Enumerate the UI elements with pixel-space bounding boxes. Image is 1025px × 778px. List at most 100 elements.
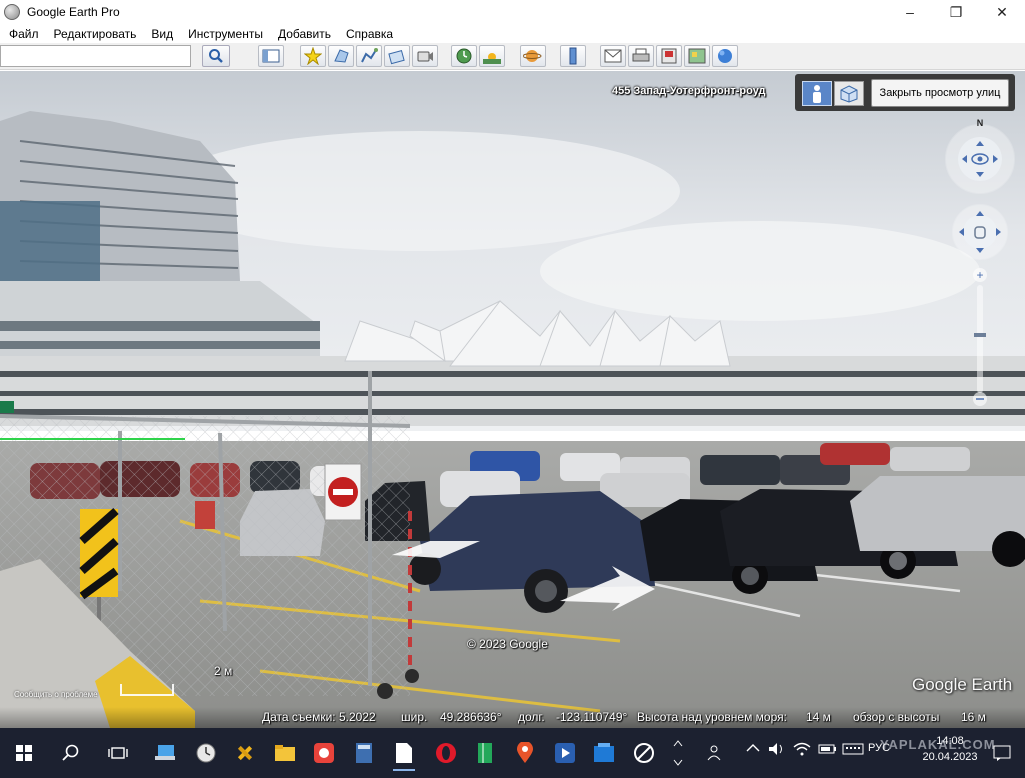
toolbar [0, 43, 1025, 70]
taskbar-search-button[interactable] [52, 734, 90, 772]
elevation-value: 14 м [806, 710, 831, 724]
wifi-icon[interactable] [793, 742, 811, 759]
historical-imagery-button[interactable] [451, 45, 477, 67]
sidebar-icon [262, 49, 280, 63]
photo-mode-button[interactable] [834, 81, 864, 106]
battery-icon[interactable] [818, 742, 838, 759]
record-tour-button[interactable] [412, 45, 438, 67]
task-view-button[interactable] [99, 734, 137, 772]
email-button[interactable] [600, 45, 626, 67]
copyright-label: © 2023 Google [467, 637, 548, 651]
street-view-scene [0, 71, 1025, 728]
ruler-icon [569, 47, 577, 65]
ruler-button[interactable] [560, 45, 586, 67]
sunlight-button[interactable] [479, 45, 505, 67]
menu-tools[interactable]: Инструменты [179, 27, 269, 41]
maximize-button[interactable]: ❐ [933, 0, 979, 24]
capture-date: Дата съемки: 5.2022 [262, 710, 376, 724]
add-polygon-button[interactable] [328, 45, 354, 67]
taskbar-app-tools[interactable] [226, 734, 264, 772]
street-view-mode-button[interactable] [802, 81, 832, 106]
street-view-viewer[interactable]: 455 Запад-Уотерфронт-роуд Закрыть просмо… [0, 71, 1025, 728]
taskbar-scroll-buttons[interactable] [667, 734, 689, 772]
taskbar-app-opera[interactable] [427, 734, 465, 772]
longitude-value: -123.110749° [556, 710, 628, 724]
taskbar-app-maps[interactable] [506, 734, 544, 772]
taskbar-app-green-book[interactable] [466, 734, 504, 772]
menu-file[interactable]: Файл [0, 27, 45, 41]
taskbar-app-player[interactable] [546, 734, 584, 772]
keyboard-icon[interactable] [842, 742, 864, 759]
print-button[interactable] [628, 45, 654, 67]
status-bar: Дата съемки: 5.2022 шир. 49.286636° долг… [0, 707, 1025, 728]
blue-app-icon [594, 743, 614, 762]
menu-add[interactable]: Добавить [269, 27, 337, 41]
close-street-view-button[interactable]: Закрыть просмотр улиц [871, 79, 1009, 107]
planets-button[interactable] [520, 45, 546, 67]
latitude-label: шир. [401, 710, 428, 724]
menu-edit[interactable]: Редактировать [45, 27, 143, 41]
taskbar-app-explorer[interactable] [266, 734, 304, 772]
zoom-thumb[interactable] [974, 333, 986, 337]
email-icon [604, 49, 622, 63]
compass-control[interactable]: N [942, 118, 1018, 195]
tray-chevron-up-icon[interactable] [746, 742, 760, 756]
add-placemark-button[interactable] [300, 45, 326, 67]
zoom-slider[interactable]: + [968, 267, 992, 409]
taskbar-app-camera[interactable] [305, 734, 343, 772]
taskbar-app-document[interactable] [385, 734, 423, 772]
sidebar-toggle-button[interactable] [258, 45, 284, 67]
document-icon [396, 743, 412, 763]
minimize-button[interactable]: – [887, 0, 933, 24]
folder-icon [275, 745, 295, 761]
start-button[interactable] [5, 734, 43, 772]
close-button[interactable]: ✕ [979, 0, 1025, 24]
taskbar-app-computer[interactable] [146, 734, 184, 772]
report-problem-link[interactable]: Сообщить о проблеме [14, 690, 98, 699]
latitude-value: 49.286636° [440, 710, 502, 724]
sunlight-icon [483, 53, 501, 64]
eye-altitude-value: 16 м [961, 710, 986, 724]
scale-bar [120, 684, 174, 696]
people-icon [707, 745, 721, 761]
taskbar-app-clock[interactable] [187, 734, 225, 772]
add-path-button[interactable] [356, 45, 382, 67]
calculator-icon [356, 743, 372, 763]
notifications-button[interactable] [985, 734, 1019, 772]
media-player-icon [555, 743, 575, 763]
search-icon [209, 49, 223, 63]
taskbar-app-blue-square[interactable] [585, 734, 623, 772]
search-icon [62, 744, 79, 761]
people-button[interactable] [700, 734, 732, 772]
task-view-icon [108, 747, 128, 759]
taskbar-app-no-sign[interactable] [625, 734, 663, 772]
add-overlay-button[interactable] [384, 45, 410, 67]
blocked-icon [634, 743, 654, 763]
windows-taskbar: РУС 14:08 20.04.2023 YAPLAKAL.COM [0, 728, 1025, 778]
do-not-enter-sign [324, 463, 362, 521]
overlay-icon [388, 50, 405, 65]
taskbar-app-calculator[interactable] [345, 734, 383, 772]
chevron-up-down-icon [673, 740, 683, 766]
map-pin-icon [517, 742, 533, 763]
clock-icon [196, 743, 216, 763]
earth-button[interactable] [712, 45, 738, 67]
menu-bar: Файл Редактировать Вид Инструменты Добав… [0, 24, 1025, 43]
menu-view[interactable]: Вид [142, 27, 179, 41]
placemark-icon [304, 47, 322, 65]
search-button[interactable] [202, 45, 230, 67]
search-input[interactable] [0, 45, 191, 67]
maps-icon [688, 48, 706, 64]
historical-imagery-icon [456, 48, 472, 64]
pan-control[interactable] [951, 203, 1009, 261]
save-image-button[interactable] [656, 45, 682, 67]
record-tour-icon [417, 51, 433, 62]
menu-help[interactable]: Справка [337, 27, 399, 41]
earth-icon [718, 49, 732, 63]
cube-icon [840, 84, 858, 103]
polygon-icon [334, 49, 349, 63]
tools-icon [237, 745, 253, 761]
street-address: 455 Запад-Уотерфронт-роуд [612, 85, 766, 97]
view-in-maps-button[interactable] [684, 45, 710, 67]
volume-icon[interactable] [768, 742, 786, 759]
